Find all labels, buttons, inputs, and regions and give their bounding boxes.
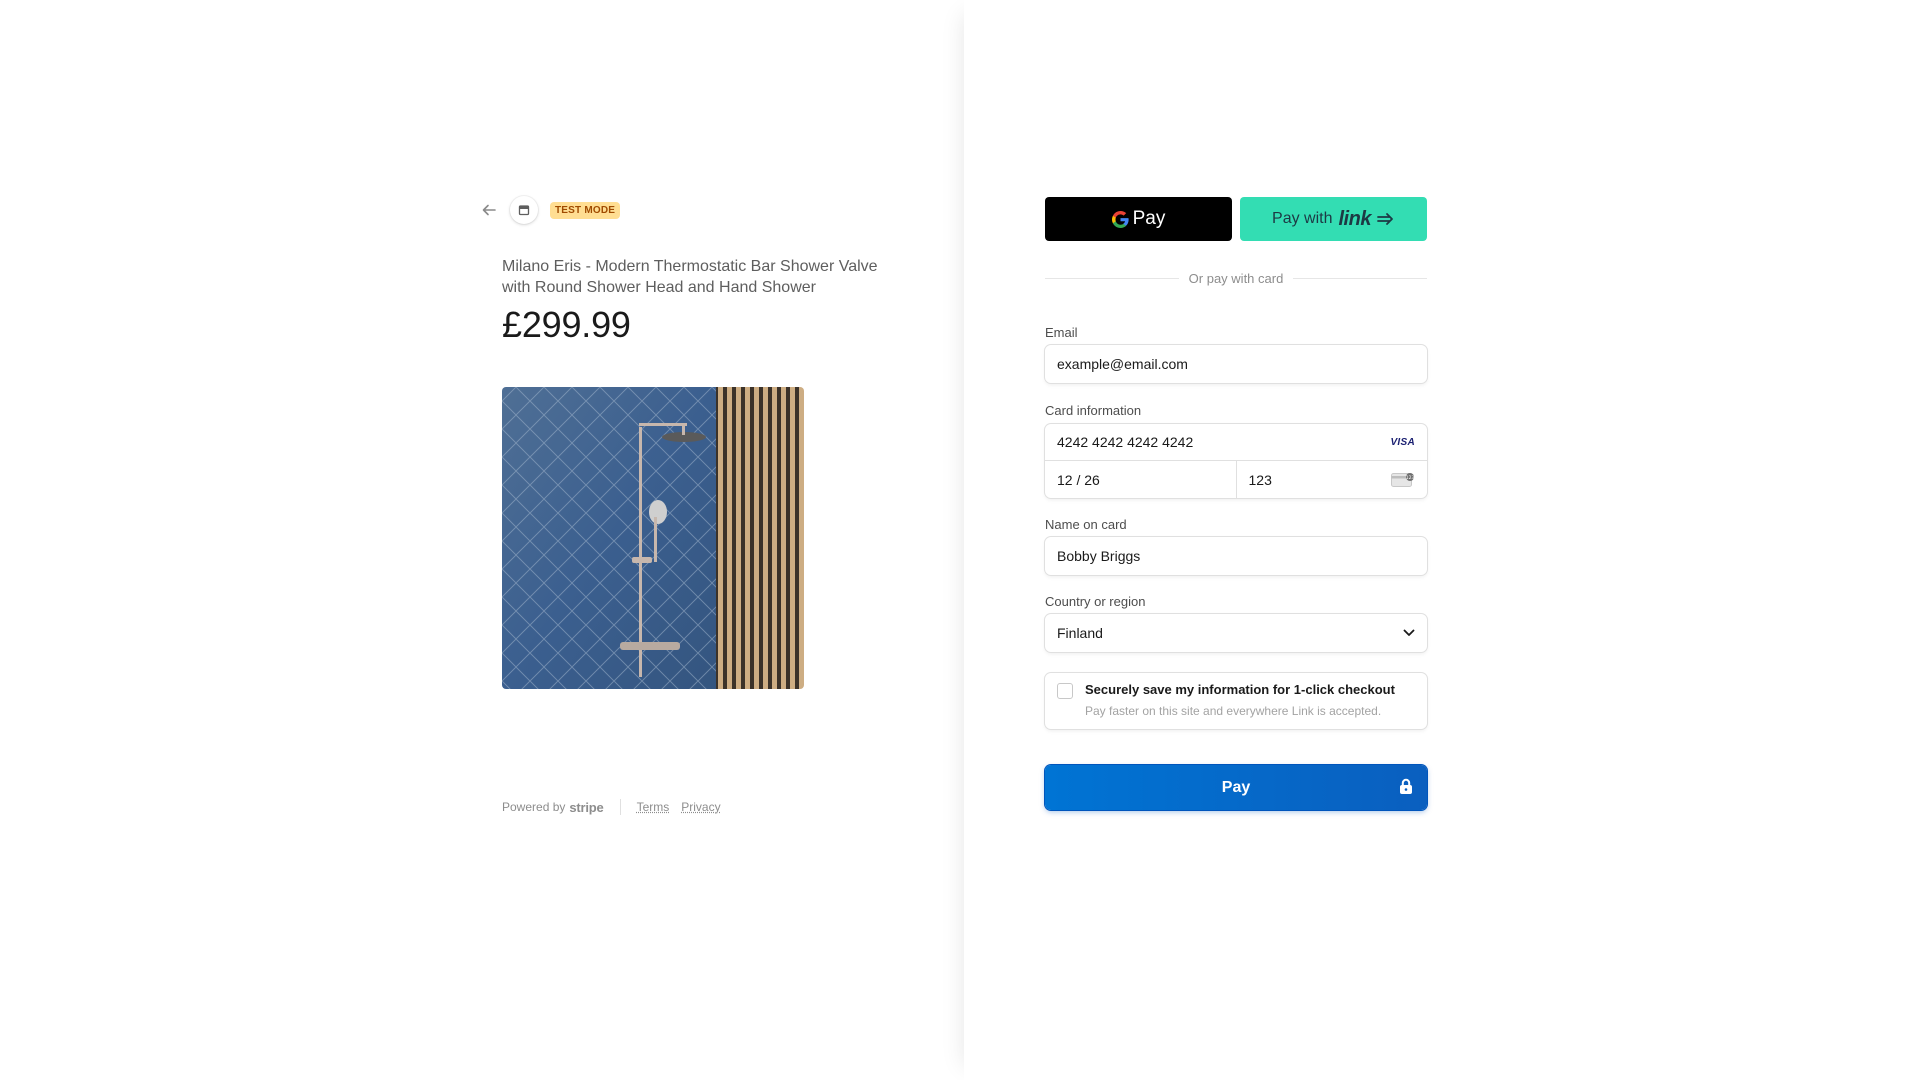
save-info-subtitle: Pay faster on this site and everywhere L… — [1085, 704, 1382, 718]
email-label: Email — [1045, 325, 1078, 340]
divider-line-right — [1293, 277, 1427, 279]
email-field[interactable]: example@email.com — [1045, 345, 1427, 383]
product-image — [502, 387, 804, 689]
terms-link[interactable]: Terms — [637, 800, 670, 814]
pay-button[interactable]: Pay — [1045, 765, 1427, 810]
pay-with-link-button[interactable]: Pay with link — [1240, 197, 1427, 241]
cvc-value: 123 — [1248, 471, 1272, 488]
card-info-group: 4242 4242 4242 4242 VISA 12 / 26 123 123 — [1045, 424, 1427, 498]
product-price: £299.99 — [502, 304, 631, 345]
card-number-field[interactable]: 4242 4242 4242 4242 VISA — [1045, 424, 1427, 461]
save-info-box: Securely save my information for 1-click… — [1045, 673, 1427, 729]
chevron-down-icon — [1403, 629, 1415, 636]
google-g-icon — [1111, 210, 1129, 228]
link-arrow-icon — [1377, 213, 1393, 225]
save-info-checkbox[interactable] — [1057, 683, 1073, 699]
card-info-label: Card information — [1045, 403, 1142, 418]
link-logo: link — [1338, 207, 1372, 230]
cvc-field[interactable]: 123 123 — [1235, 461, 1428, 498]
powered-by-text: Powered by — [502, 800, 566, 814]
country-select[interactable]: Finland — [1045, 614, 1427, 652]
lock-icon — [1400, 778, 1412, 794]
store-icon — [510, 196, 538, 224]
svg-text:123: 123 — [1406, 474, 1415, 480]
footer: Powered by stripe Terms Privacy — [502, 799, 733, 815]
email-value: example@email.com — [1057, 356, 1188, 372]
test-mode-badge: TEST MODE — [550, 201, 621, 219]
google-pay-label: Pay — [1132, 208, 1166, 229]
privacy-link[interactable]: Privacy — [681, 800, 720, 814]
name-on-card-value: Bobby Briggs — [1057, 548, 1141, 564]
footer-divider — [619, 799, 621, 815]
google-pay-button[interactable]: Pay — [1045, 197, 1232, 241]
country-label: Country or region — [1045, 594, 1146, 609]
back-arrow-icon[interactable] — [478, 199, 500, 221]
cvc-card-icon: 123 — [1391, 472, 1415, 487]
card-number-value: 4242 4242 4242 4242 — [1057, 434, 1194, 450]
wallet-buttons: Pay Pay with link — [1045, 197, 1427, 241]
stripe-logo[interactable]: stripe — [569, 800, 603, 815]
save-info-title[interactable]: Securely save my information for 1-click… — [1085, 682, 1395, 697]
visa-icon: VISA — [1390, 436, 1415, 448]
order-summary-pane: TEST MODE Milano Eris - Modern Thermosta… — [0, 0, 964, 1080]
product-name: Milano Eris - Modern Thermostatic Bar Sh… — [502, 258, 878, 296]
divider-line-left — [1045, 277, 1179, 279]
divider-text: Or pay with card — [1188, 270, 1284, 286]
header-row: TEST MODE — [478, 196, 621, 224]
expiry-field[interactable]: 12 / 26 — [1045, 461, 1236, 498]
expiry-value: 12 / 26 — [1057, 471, 1100, 488]
link-prefix-text: Pay with — [1272, 210, 1333, 227]
pay-button-label: Pay — [1221, 778, 1251, 796]
or-pay-with-card-divider: Or pay with card — [1045, 268, 1427, 288]
country-value: Finland — [1057, 625, 1103, 641]
name-on-card-field[interactable]: Bobby Briggs — [1045, 537, 1427, 575]
name-on-card-label: Name on card — [1045, 517, 1127, 532]
